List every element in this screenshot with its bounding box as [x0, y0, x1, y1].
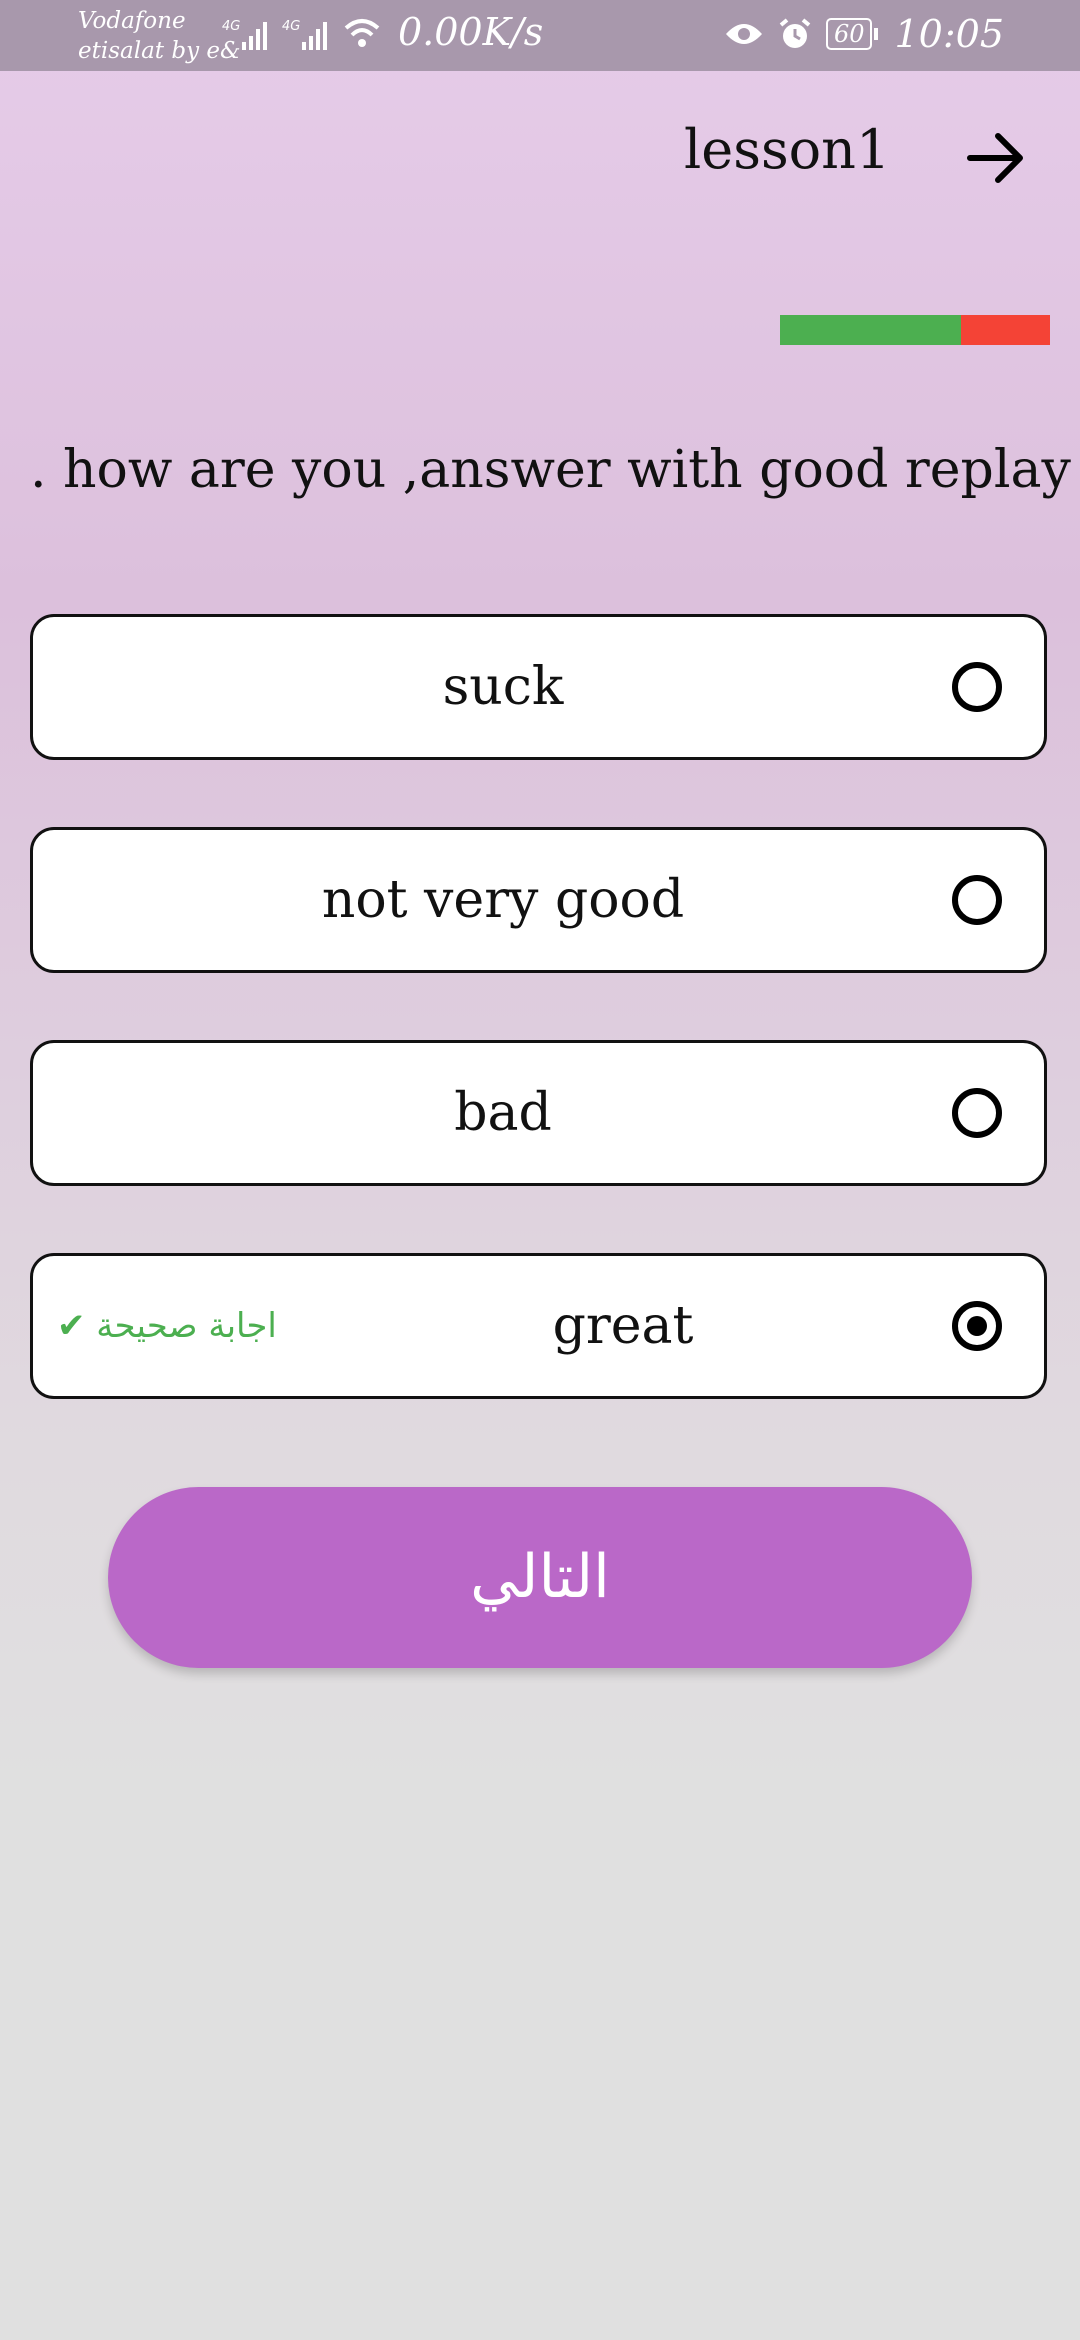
question-text: . how are you ,answer with good replay: [30, 440, 1071, 500]
radio-button[interactable]: [952, 662, 1002, 712]
network-type-1: 4G: [222, 19, 240, 34]
carrier-name-2: etisalat by e&: [78, 38, 241, 64]
answer-option-label: suck: [442, 657, 564, 717]
answer-option[interactable]: not very good: [30, 827, 1047, 973]
arrow-right-icon[interactable]: [960, 122, 1032, 194]
next-button[interactable]: التالي: [108, 1487, 972, 1668]
radio-button[interactable]: [952, 875, 1002, 925]
signal-icon: 4G: [282, 19, 327, 50]
answer-option-label: not very good: [321, 870, 685, 930]
answer-option[interactable]: bad: [30, 1040, 1047, 1186]
page-title: lesson1: [684, 118, 891, 181]
radio-button-checked[interactable]: [952, 1301, 1002, 1351]
status-right: 60 10:05: [724, 12, 1004, 56]
answer-option[interactable]: suck: [30, 614, 1047, 760]
network-type-2: 4G: [282, 19, 300, 34]
status-time: 10:05: [894, 12, 1004, 56]
carrier-info: Vodafone etisalat by e&: [78, 6, 240, 66]
progress-complete: [780, 315, 961, 345]
radio-button[interactable]: [952, 1088, 1002, 1138]
progress-remaining: [960, 315, 1050, 345]
eye-icon: [725, 24, 762, 44]
correct-answer-feedback: اجابة صحيحة ✔: [57, 1306, 277, 1346]
status-bar: Vodafone etisalat by e& 4G 4G 0.00K/s 60…: [0, 0, 1080, 71]
signal-icon: 4G: [222, 19, 267, 50]
answer-option-label: great: [552, 1296, 694, 1356]
net-speed: 0.00K/s: [398, 10, 544, 54]
wifi-icon: [344, 19, 380, 47]
answer-option-label: bad: [454, 1083, 552, 1143]
answer-option-selected[interactable]: اجابة صحيحة ✔ great: [30, 1253, 1047, 1399]
carrier-name-1: Vodafone: [78, 8, 186, 34]
lesson-progress-bar: [780, 315, 1050, 345]
battery-icon: 60: [825, 18, 878, 50]
alarm-icon: [779, 18, 811, 48]
